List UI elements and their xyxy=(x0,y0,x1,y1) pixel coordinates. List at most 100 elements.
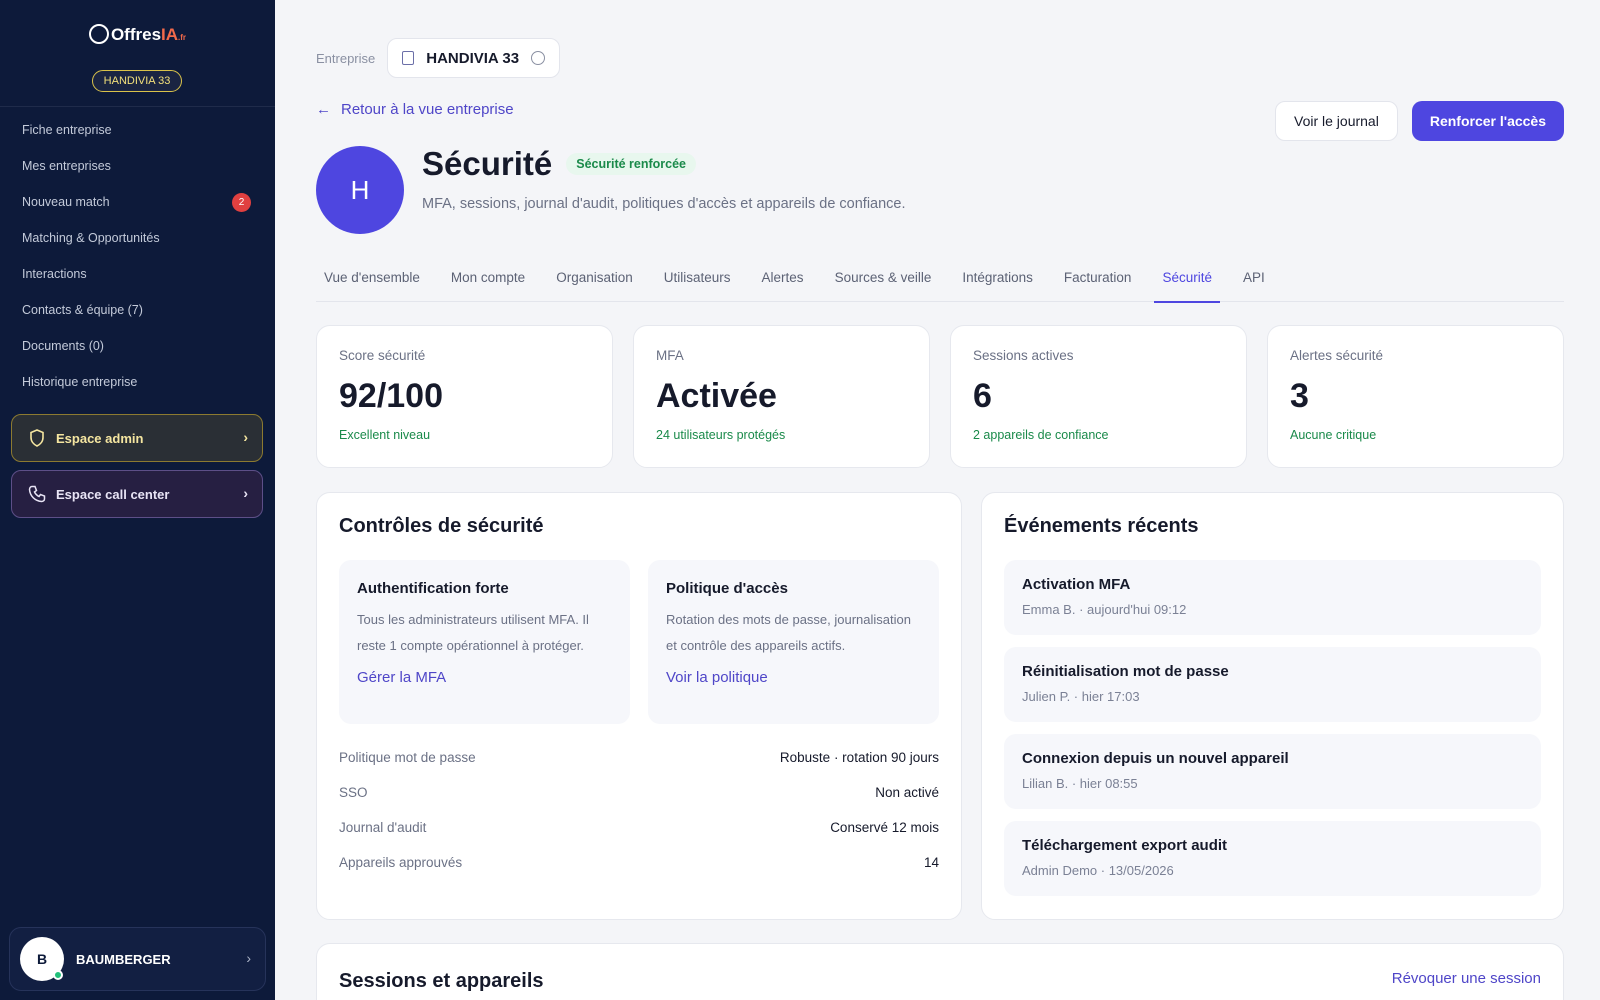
kpi-subtext: 24 utilisateurs protégés xyxy=(656,428,786,442)
logo[interactable]: OffresIA.fr xyxy=(0,24,275,45)
avatar: B xyxy=(20,937,64,981)
control-card-title: Politique d'accès xyxy=(666,580,788,597)
sidebar-item-mes-entreprises[interactable]: Mes entreprises xyxy=(0,148,275,184)
manage-mfa-link[interactable]: Gérer la MFA xyxy=(357,669,612,686)
sidebar-item-documents[interactable]: Documents (0) xyxy=(0,328,275,364)
entreprise-selector[interactable]: HANDIVIA 33 xyxy=(387,38,561,78)
setting-key: SSO xyxy=(339,785,368,800)
header-actions: Voir le journal Renforcer l'accès xyxy=(1275,101,1564,141)
tab-organisation[interactable]: Organisation xyxy=(548,258,641,302)
entreprise-name: HANDIVIA 33 xyxy=(426,49,520,67)
tab-utilisateurs[interactable]: Utilisateurs xyxy=(656,258,739,302)
title-row: Sécurité Sécurité renforcée xyxy=(422,145,697,183)
setting-value: Non activé xyxy=(875,785,939,800)
sidebar: OffresIA.fr HANDIVIA 33 Fiche entreprise… xyxy=(0,0,275,1000)
tab-sources-veille[interactable]: Sources & veille xyxy=(827,258,940,302)
settings-row: SSO Non activé xyxy=(339,785,939,820)
kpi-card-sessions: Sessions actives 6 2 appareils de confia… xyxy=(950,325,1247,468)
kpi-value: 3 xyxy=(1290,377,1309,415)
kpi-label: MFA xyxy=(656,348,684,363)
user-card[interactable]: B BAUMBERGER › xyxy=(9,927,266,991)
kpi-value: 92/100 xyxy=(339,377,443,415)
event-meta: Julien P. · hier 17:03 xyxy=(1022,689,1140,704)
sidebar-item-interactions[interactable]: Interactions xyxy=(0,256,275,292)
sessions-panel: Sessions et appareils Révoquer une sessi… xyxy=(316,943,1564,1000)
setting-key: Journal d'audit xyxy=(339,820,427,835)
list-item[interactable]: Réinitialisation mot de passe Julien P. … xyxy=(1004,647,1541,722)
tab-facturation[interactable]: Facturation xyxy=(1056,258,1140,302)
kpi-card-score: Score sécurité 92/100 Excellent niveau xyxy=(316,325,613,468)
event-title: Réinitialisation mot de passe xyxy=(1022,663,1229,680)
tab-vue-ensemble[interactable]: Vue d'ensemble xyxy=(316,258,428,302)
control-card-text: Tous les administrateurs utilisent MFA. … xyxy=(357,612,589,653)
event-meta: Emma B. · aujourd'hui 09:12 xyxy=(1022,602,1187,617)
tab-securite[interactable]: Sécurité xyxy=(1154,258,1220,303)
user-name: BAUMBERGER xyxy=(76,951,171,967)
online-status-dot xyxy=(53,970,63,980)
event-title: Téléchargement export audit xyxy=(1022,837,1228,854)
kpi-label: Sessions actives xyxy=(973,348,1074,363)
entreprise-label: Entreprise xyxy=(316,50,376,66)
page-title: Sécurité xyxy=(422,145,553,182)
panel-title: Sessions et appareils xyxy=(339,970,544,992)
panel-title: Événements récents xyxy=(1004,515,1199,537)
admin-space-label: Espace admin xyxy=(56,430,144,446)
kpi-subtext: 2 appareils de confiance xyxy=(973,428,1109,442)
chevron-right-icon: › xyxy=(243,429,248,445)
recent-events-panel: Événements récents Activation MFA Emma B… xyxy=(981,492,1564,920)
kpi-subtext: Excellent niveau xyxy=(339,428,431,442)
arrow-left-icon: ← xyxy=(316,101,331,118)
entreprise-selector-row: Entreprise HANDIVIA 33 xyxy=(316,38,561,78)
call-center-space-label: Espace call center xyxy=(56,486,170,502)
sidebar-item-contacts[interactable]: Contacts & équipe (7) xyxy=(0,292,275,328)
brain-logo-icon xyxy=(88,24,109,44)
settings-row: Appareils approuvés 14 xyxy=(339,855,939,890)
setting-key: Politique mot de passe xyxy=(339,750,476,765)
security-controls-panel: Contrôles de sécurité Authentification f… xyxy=(316,492,962,920)
admin-space-button[interactable]: Espace admin › xyxy=(11,414,263,462)
back-link[interactable]: ← Retour à la vue entreprise xyxy=(316,101,514,118)
kpi-subtext: Aucune critique xyxy=(1290,428,1377,442)
view-policy-link[interactable]: Voir la politique xyxy=(666,669,921,686)
main-content: Entreprise HANDIVIA 33 ← Retour à la vue … xyxy=(316,0,1564,1000)
revoke-session-link[interactable]: Révoquer une session xyxy=(1392,970,1541,987)
phone-icon xyxy=(28,485,46,503)
tab-integrations[interactable]: Intégrations xyxy=(954,258,1041,302)
tab-bar: Vue d'ensemble Mon compte Organisation U… xyxy=(316,258,1564,303)
setting-key: Appareils approuvés xyxy=(339,855,463,870)
control-card-access-policy: Politique d'accès Rotation des mots de p… xyxy=(648,560,939,724)
page-subtitle: MFA, sessions, journal d'audit, politiqu… xyxy=(422,196,906,212)
kpi-value: 6 xyxy=(973,377,992,415)
control-card-text: Rotation des mots de passe, journalisati… xyxy=(666,612,911,653)
sidebar-item-nouveau-match[interactable]: Nouveau match 2 xyxy=(0,184,275,220)
status-circle-icon xyxy=(531,51,546,65)
sidebar-item-fiche-entreprise[interactable]: Fiche entreprise xyxy=(0,112,275,148)
control-card-title: Authentification forte xyxy=(357,580,509,597)
kpi-card-mfa: MFA Activée 24 utilisateurs protégés xyxy=(633,325,930,468)
kpi-label: Alertes sécurité xyxy=(1290,348,1384,363)
list-item[interactable]: Activation MFA Emma B. · aujourd'hui 09:… xyxy=(1004,560,1541,635)
kpi-card-alerts: Alertes sécurité 3 Aucune critique xyxy=(1267,325,1564,468)
setting-value: Robuste · rotation 90 jours xyxy=(779,750,939,765)
kpi-value: Activée xyxy=(656,377,777,415)
view-journal-button[interactable]: Voir le journal xyxy=(1275,101,1398,141)
list-item[interactable]: Connexion depuis un nouvel appareil Lili… xyxy=(1004,734,1541,809)
sidebar-item-historique[interactable]: Historique entreprise xyxy=(0,364,275,400)
chevron-right-icon: › xyxy=(246,950,251,966)
event-meta: Lilian B. · hier 08:55 xyxy=(1022,776,1138,791)
kpi-label: Score sécurité xyxy=(339,348,426,363)
call-center-space-button[interactable]: Espace call center › xyxy=(11,470,263,518)
setting-value: Conservé 12 mois xyxy=(830,820,939,835)
strengthen-access-button[interactable]: Renforcer l'accès xyxy=(1411,101,1564,141)
event-meta: Admin Demo · 13/05/2026 xyxy=(1022,863,1174,878)
event-title: Activation MFA xyxy=(1022,576,1131,593)
list-item[interactable]: Téléchargement export audit Admin Demo ·… xyxy=(1004,821,1541,896)
shield-icon xyxy=(28,429,46,447)
tab-alertes[interactable]: Alertes xyxy=(754,258,812,302)
building-icon xyxy=(402,51,415,65)
tab-api[interactable]: API xyxy=(1235,258,1273,302)
settings-row: Journal d'audit Conservé 12 mois xyxy=(339,820,939,855)
tab-mon-compte[interactable]: Mon compte xyxy=(443,258,533,302)
sidebar-item-matching[interactable]: Matching & Opportunités xyxy=(0,220,275,256)
settings-row: Politique mot de passe Robuste · rotatio… xyxy=(339,750,939,785)
